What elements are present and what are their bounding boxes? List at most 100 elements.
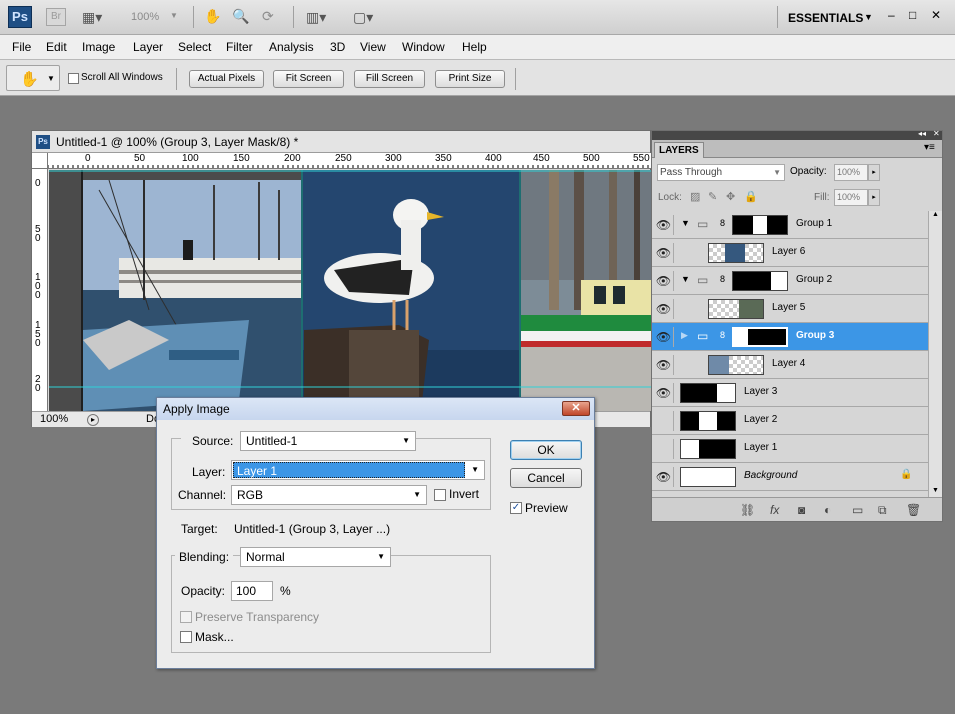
- visibility-eye-icon[interactable]: 👁: [654, 327, 674, 347]
- close-button[interactable]: ✕: [931, 8, 941, 22]
- rotate-view-icon[interactable]: ⟳: [262, 8, 274, 24]
- scroll-all-windows-checkbox[interactable]: [68, 73, 79, 84]
- visibility-eye-icon[interactable]: 👁: [654, 243, 674, 263]
- opacity-field[interactable]: 100%: [834, 164, 868, 181]
- ok-button[interactable]: OK: [510, 440, 582, 460]
- layer-row-group-2[interactable]: 👁 ▼ ▭ 8 Group 2: [652, 267, 928, 295]
- layer-thumbnail[interactable]: [708, 355, 764, 375]
- fit-screen-button[interactable]: Fit Screen: [273, 70, 344, 88]
- layer-mask-thumbnail[interactable]: [732, 215, 788, 235]
- view-extras-icon[interactable]: ▦▾: [82, 9, 102, 25]
- visibility-eye-icon[interactable]: 👁: [654, 467, 674, 487]
- visibility-eye-icon[interactable]: 👁: [654, 383, 674, 403]
- menu-view[interactable]: View: [360, 40, 386, 54]
- layer-row-background[interactable]: 👁 Background 🔒: [652, 463, 928, 491]
- zoom-tool-icon[interactable]: 🔍: [232, 8, 249, 24]
- ruler-origin[interactable]: [32, 153, 48, 169]
- arrange-documents-icon[interactable]: ▥▾: [306, 9, 326, 25]
- restore-button[interactable]: □: [909, 8, 916, 22]
- close-panel-icon[interactable]: ✕: [933, 129, 940, 138]
- zoom-dropdown-icon[interactable]: ▼: [170, 11, 178, 20]
- workspace-switcher[interactable]: ESSENTIALS: [788, 11, 863, 25]
- visibility-eye-icon[interactable]: 👁: [654, 271, 674, 291]
- document-canvas[interactable]: [49, 170, 652, 411]
- menu-3d[interactable]: 3D: [330, 40, 345, 54]
- layer-style-icon[interactable]: fx: [770, 503, 779, 517]
- visibility-eye-icon[interactable]: 👁: [654, 439, 674, 459]
- link-layers-icon[interactable]: ⛓: [740, 503, 755, 517]
- menu-image[interactable]: Image: [82, 40, 115, 54]
- layer-row-layer-6[interactable]: 👁 Layer 6: [652, 239, 928, 267]
- mask-checkbox[interactable]: [180, 631, 192, 643]
- bridge-launch-button[interactable]: Br: [46, 8, 66, 26]
- scroll-up-arrow-icon[interactable]: ▲: [932, 211, 939, 218]
- lock-position-icon[interactable]: ✥: [726, 190, 735, 203]
- blend-mode-select[interactable]: Pass Through ▼: [657, 164, 785, 181]
- panel-menu-icon[interactable]: ▾≡: [924, 142, 935, 153]
- lock-image-icon[interactable]: ✎: [708, 190, 717, 203]
- menu-window[interactable]: Window: [402, 40, 445, 54]
- layers-scrollbar[interactable]: ▲ ▼: [928, 211, 942, 497]
- layer-thumbnail[interactable]: [680, 467, 736, 487]
- layer-thumbnail[interactable]: [680, 411, 736, 431]
- workspace-dropdown-icon[interactable]: ▼: [864, 12, 873, 22]
- layer-thumbnail[interactable]: [680, 383, 736, 403]
- collapse-panel-icon[interactable]: ◂◂: [918, 129, 926, 138]
- preview-checkbox[interactable]: ✓: [510, 502, 522, 514]
- delete-layer-icon[interactable]: 🗑: [906, 503, 921, 517]
- layer-thumbnail[interactable]: [680, 439, 736, 459]
- visibility-eye-icon[interactable]: 👁: [654, 411, 674, 431]
- layer-row-group-1[interactable]: 👁 ▼ ▭ 8 Group 1: [652, 211, 928, 239]
- document-title-bar[interactable]: Ps Untitled-1 @ 100% (Group 3, Layer Mas…: [32, 131, 650, 153]
- opacity-input[interactable]: 100: [231, 581, 273, 601]
- layer-select[interactable]: Layer 1 ▼: [231, 460, 485, 480]
- layer-mask-thumbnail[interactable]: [732, 327, 788, 347]
- vertical-ruler[interactable]: 0 5 0 1 0 0 1 5 0 2 0: [32, 169, 48, 413]
- hand-tool-icon[interactable]: ✋: [204, 8, 221, 24]
- zoom-level-menu[interactable]: 100%: [131, 11, 159, 23]
- print-size-button[interactable]: Print Size: [435, 70, 505, 88]
- source-select[interactable]: Untitled-1 ▼: [240, 431, 416, 451]
- status-info-icon[interactable]: ▸: [87, 414, 99, 426]
- tab-layers[interactable]: LAYERS: [654, 142, 704, 158]
- layer-thumbnail[interactable]: [708, 299, 764, 319]
- layer-thumbnail[interactable]: [708, 243, 764, 263]
- menu-select[interactable]: Select: [178, 40, 211, 54]
- menu-help[interactable]: Help: [462, 40, 487, 54]
- channel-select[interactable]: RGB ▼: [231, 485, 427, 505]
- scroll-down-arrow-icon[interactable]: ▼: [932, 487, 939, 494]
- mask-link-icon[interactable]: 8: [720, 274, 725, 284]
- visibility-eye-icon[interactable]: 👁: [654, 215, 674, 235]
- invert-checkbox[interactable]: [434, 489, 446, 501]
- fill-field[interactable]: 100%: [834, 189, 868, 206]
- zoom-percentage[interactable]: 100%: [40, 412, 68, 427]
- layer-row-group-3[interactable]: 👁 ▶ ▭ 8 Group 3: [652, 323, 928, 351]
- mask-link-icon[interactable]: 8: [720, 330, 725, 340]
- layer-row-layer-5[interactable]: 👁 Layer 5: [652, 295, 928, 323]
- cancel-button[interactable]: Cancel: [510, 468, 582, 488]
- menu-layer[interactable]: Layer: [133, 40, 163, 54]
- add-mask-icon[interactable]: ◙: [798, 503, 805, 517]
- expand-group-icon[interactable]: ▶: [681, 330, 688, 341]
- expand-group-icon[interactable]: ▼: [681, 274, 690, 284]
- dialog-close-button[interactable]: ✕: [562, 401, 590, 416]
- panel-header[interactable]: ◂◂ ✕: [652, 129, 942, 140]
- opacity-slider-button[interactable]: ▸: [868, 164, 880, 181]
- visibility-eye-icon[interactable]: 👁: [654, 355, 674, 375]
- layer-row-layer-4[interactable]: 👁 Layer 4: [652, 351, 928, 379]
- mask-link-icon[interactable]: 8: [720, 218, 725, 228]
- tool-preset-picker[interactable]: ✋ ▼: [6, 65, 60, 91]
- menu-filter[interactable]: Filter: [226, 40, 253, 54]
- fill-screen-button[interactable]: Fill Screen: [354, 70, 425, 88]
- lock-transparency-icon[interactable]: ▨: [690, 190, 700, 203]
- preserve-transparency-checkbox[interactable]: [180, 611, 192, 623]
- actual-pixels-button[interactable]: Actual Pixels: [189, 70, 264, 88]
- menu-edit[interactable]: Edit: [46, 40, 67, 54]
- layer-row-layer-1[interactable]: 👁 Layer 1: [652, 435, 928, 463]
- visibility-eye-icon[interactable]: 👁: [654, 299, 674, 319]
- screen-mode-icon[interactable]: ▢▾: [353, 9, 373, 25]
- blending-select[interactable]: Normal ▼: [240, 547, 391, 567]
- fill-slider-button[interactable]: ▸: [868, 189, 880, 206]
- new-group-icon[interactable]: ▭: [852, 503, 863, 517]
- adjustment-layer-icon[interactable]: ◐: [824, 503, 831, 517]
